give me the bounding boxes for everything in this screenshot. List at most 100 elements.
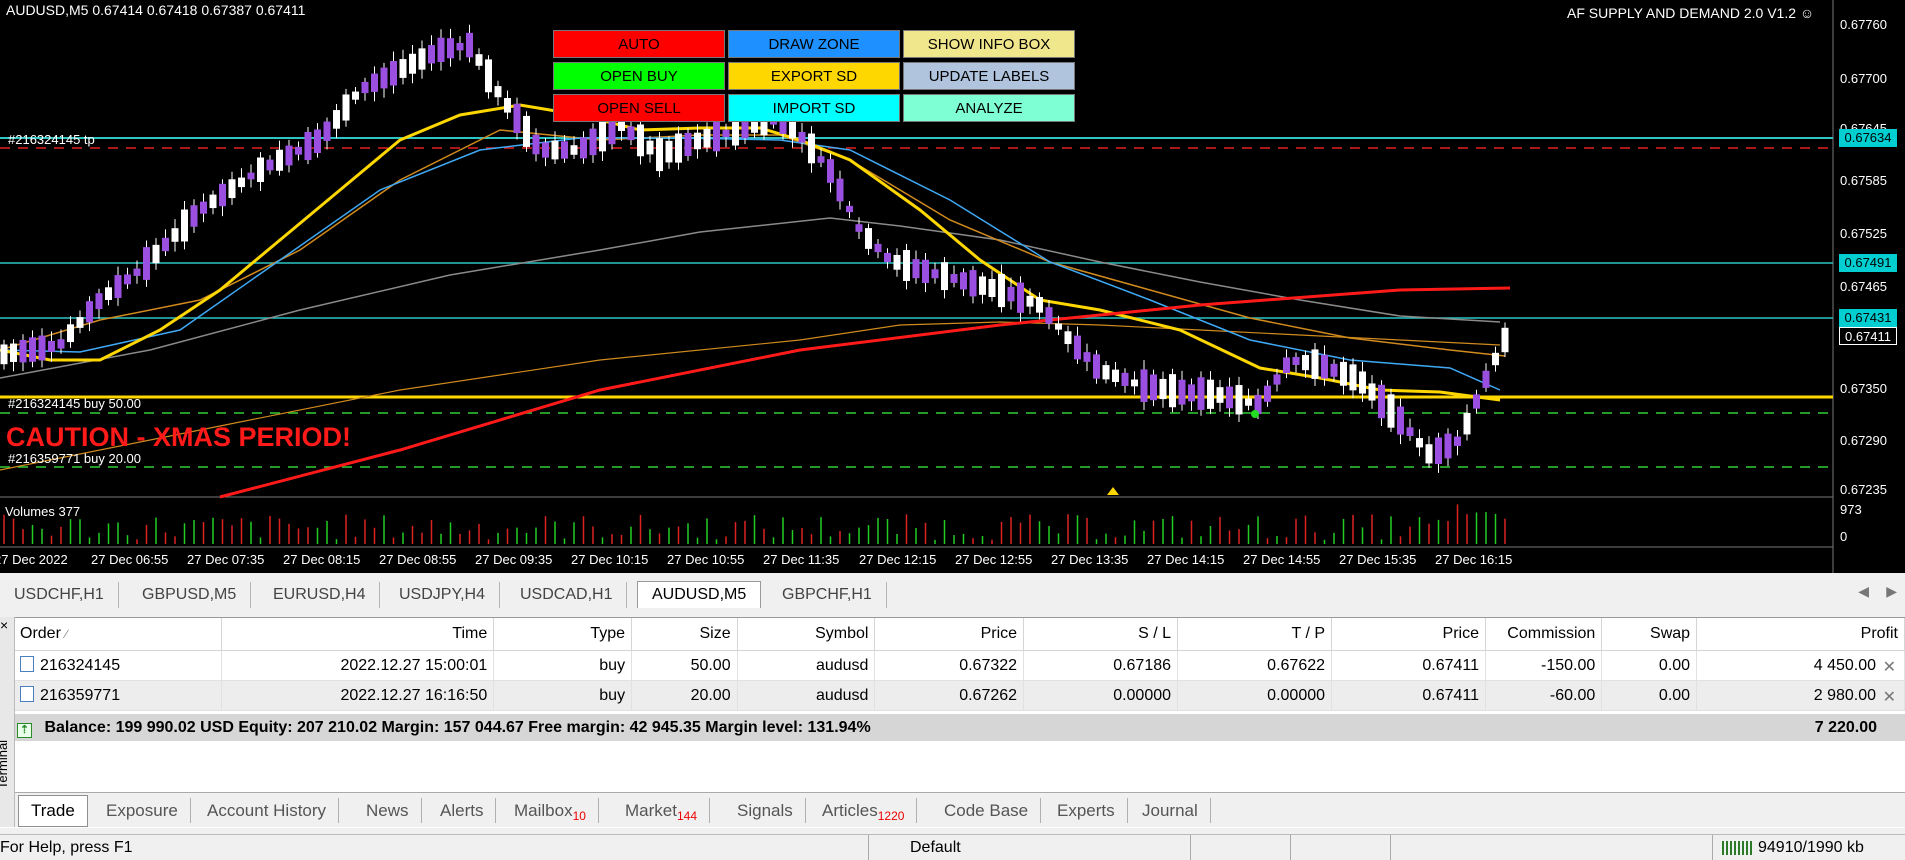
candle-body	[19, 339, 27, 363]
col-price[interactable]: Price	[874, 618, 1025, 651]
connection-icon[interactable]	[1722, 841, 1752, 855]
close-order-icon[interactable]: ✕	[1883, 687, 1896, 707]
tab-trade[interactable]: Trade	[18, 795, 88, 827]
price-axis-label: 0.67235	[1840, 482, 1887, 497]
time-axis-label: 27 Dec 14:55	[1243, 552, 1321, 567]
candle-body	[922, 259, 929, 283]
order-sl[interactable]: 0.67186	[1023, 650, 1179, 681]
import-sd-button[interactable]: IMPORT SD	[728, 94, 900, 122]
tab-mailbox[interactable]: Mailbox10	[502, 798, 599, 823]
candle-body	[684, 132, 692, 157]
balance-text: Balance: 199 990.02 USD Equity: 207 210.…	[44, 719, 871, 736]
chart-tab-usdjpy[interactable]: USDJPY,H4	[385, 582, 500, 608]
balance-icon: ⇡	[17, 723, 32, 738]
chart-header: AUDUSD,M5 0.67414 0.67418 0.67387 0.6741…	[6, 2, 306, 18]
chart-tab-usdchf[interactable]: USDCHF,H1	[0, 582, 119, 608]
status-help: For Help, press F1	[0, 839, 133, 856]
candle-body	[190, 205, 198, 227]
tab-experts[interactable]: Experts	[1045, 798, 1128, 823]
export-sd-button[interactable]: EXPORT SD	[728, 62, 900, 90]
order-sl[interactable]: 0.00000	[1023, 680, 1179, 711]
candle-body	[447, 38, 454, 59]
order-type: buy	[493, 680, 633, 711]
candle-body	[1349, 364, 1357, 391]
candle-body	[314, 129, 321, 153]
candle-body	[10, 343, 17, 362]
candle-body	[1482, 370, 1490, 388]
col-sl[interactable]: S / L	[1023, 618, 1179, 651]
candle-body	[1207, 379, 1214, 409]
open-buy-button[interactable]: OPEN BUY	[553, 62, 725, 90]
tab-code-base[interactable]: Code Base	[932, 798, 1042, 823]
auto-button[interactable]: AUTO	[553, 30, 725, 58]
order-label-buy-50: #216324145 buy 50.00	[8, 396, 142, 411]
order-commission: -60.00	[1485, 680, 1603, 711]
candle-body	[1102, 365, 1110, 380]
tab-scroll-right-icon[interactable]: ▶	[1886, 583, 1897, 600]
candle-body	[1387, 394, 1395, 428]
col-time[interactable]: Time	[221, 618, 495, 651]
col-current-price[interactable]: Price	[1331, 618, 1486, 651]
order-tp[interactable]: 0.67622	[1177, 650, 1333, 681]
candle-body	[1159, 378, 1167, 400]
chart-tab-audusd[interactable]: AUDUSD,M5	[637, 581, 762, 608]
order-current-price: 0.67411	[1331, 680, 1486, 711]
tab-market[interactable]: Market144	[613, 798, 710, 823]
terminal-close-icon[interactable]: ×	[0, 617, 8, 633]
order-tp[interactable]: 0.00000	[1177, 680, 1333, 711]
table-row[interactable]: 216324145 2022.12.27 15:00:01 buy 50.00 …	[14, 650, 1905, 681]
open-sell-button[interactable]: OPEN SELL	[553, 94, 725, 122]
order-swap: 0.00	[1601, 680, 1698, 711]
status-profile[interactable]: Default	[910, 839, 961, 857]
price-axis-label: 0.67760	[1840, 17, 1887, 32]
price-axis-label: 0.67700	[1840, 71, 1887, 86]
chart-tab-gbpchf[interactable]: GBPCHF,H1	[768, 582, 887, 608]
candle-body	[380, 67, 388, 89]
col-profit[interactable]: Profit	[1696, 618, 1905, 651]
order-symbol: audusd	[737, 650, 876, 681]
status-divider	[1290, 835, 1291, 860]
candle-body	[1330, 363, 1338, 377]
col-symbol[interactable]: Symbol	[737, 618, 876, 651]
ma-yellow	[0, 103, 1501, 402]
order-commission: -150.00	[1485, 650, 1603, 681]
chart-tab-usdcad[interactable]: USDCAD,H1	[506, 582, 628, 608]
candle-body	[409, 53, 416, 74]
col-type[interactable]: Type	[493, 618, 633, 651]
candle-body	[532, 134, 540, 155]
update-labels-button[interactable]: UPDATE LABELS	[903, 62, 1075, 90]
tab-signals[interactable]: Signals	[725, 798, 806, 823]
col-order[interactable]: Order ∕	[14, 618, 222, 651]
tab-articles[interactable]: Articles1220	[810, 798, 918, 823]
table-row[interactable]: 216359771 2022.12.27 16:16:50 buy 20.00 …	[14, 680, 1905, 711]
chart-tab-gbpusd[interactable]: GBPUSD,M5	[128, 582, 252, 608]
col-size[interactable]: Size	[631, 618, 738, 651]
show-info-box-button[interactable]: SHOW INFO BOX	[903, 30, 1075, 58]
tab-news[interactable]: News	[354, 798, 422, 823]
candle-body	[1083, 352, 1091, 362]
candle-body	[865, 228, 872, 249]
draw-zone-button[interactable]: DRAW ZONE	[728, 30, 900, 58]
close-order-icon[interactable]: ✕	[1883, 657, 1896, 677]
candle-body	[323, 121, 331, 141]
tab-scroll-left-icon[interactable]: ◀	[1858, 583, 1869, 600]
candle-body	[741, 119, 749, 139]
analyze-button[interactable]: ANALYZE	[903, 94, 1075, 122]
tab-alerts[interactable]: Alerts	[428, 798, 497, 823]
candle-body	[266, 159, 274, 171]
order-time: 2022.12.27 15:00:01	[221, 650, 495, 681]
candle-body	[703, 128, 711, 148]
candle-body	[542, 142, 549, 158]
candle-body	[1131, 379, 1138, 387]
chart-tab-eurusd[interactable]: EURUSD,H4	[259, 582, 381, 608]
price-tag-zone-low: 0.67431	[1839, 309, 1897, 327]
tab-journal[interactable]: Journal	[1130, 798, 1211, 823]
tab-exposure[interactable]: Exposure	[94, 798, 191, 823]
col-commission[interactable]: Commission	[1485, 618, 1603, 651]
col-swap[interactable]: Swap	[1601, 618, 1698, 651]
tab-account-history[interactable]: Account History	[195, 798, 340, 823]
terminal-side-strip: × Terminal	[0, 617, 15, 827]
sort-icon: ∕	[65, 627, 68, 641]
col-tp[interactable]: T / P	[1177, 618, 1333, 651]
price-chart[interactable]: AUDUSD,M5 0.67414 0.67418 0.67387 0.6741…	[0, 0, 1905, 573]
